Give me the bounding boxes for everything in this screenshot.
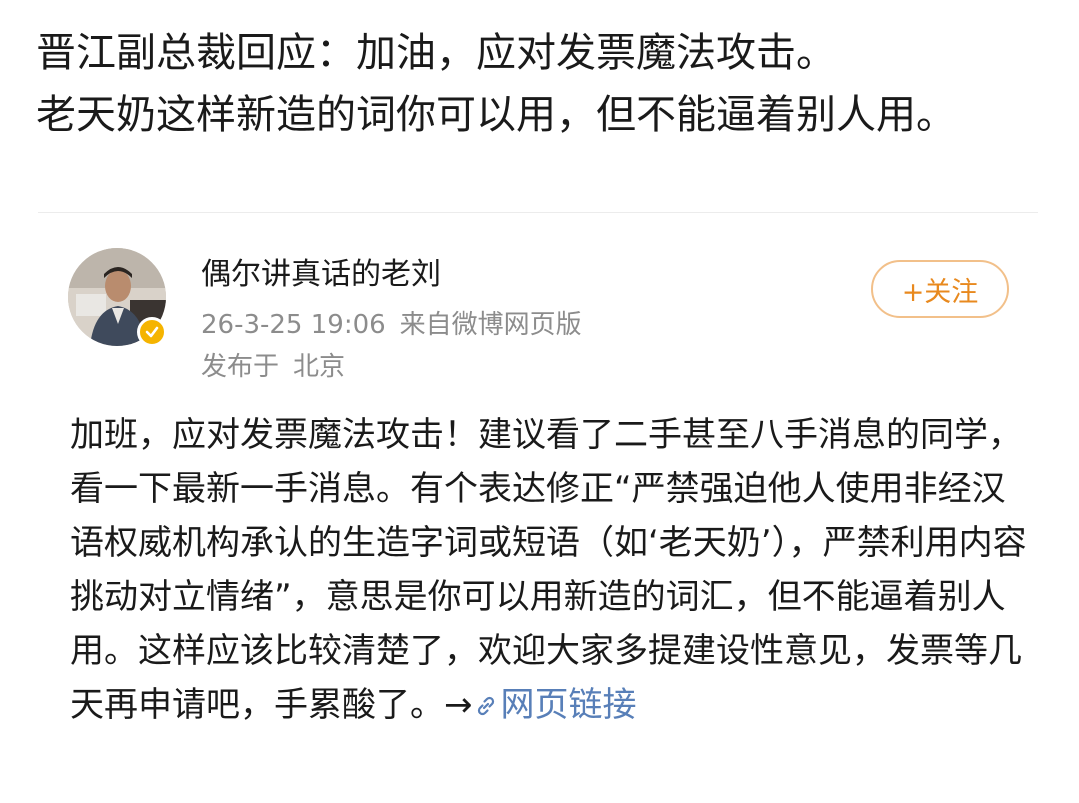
post-time: 26-3-25 19:06: [201, 310, 386, 340]
post-meta: 26-3-25 19:06 来自微博网页版: [201, 306, 582, 344]
web-link-label: 网页链接: [500, 685, 637, 725]
post-text: 加班，应对发票魔法攻击！建议看了二手甚至八手消息的同学，看一下最新一手消息。有个…: [70, 415, 1027, 725]
author-name[interactable]: 偶尔讲真话的老刘: [201, 253, 441, 297]
post-body: 加班，应对发票魔法攻击！建议看了二手甚至八手消息的同学，看一下最新一手消息。有个…: [70, 408, 1030, 735]
web-link[interactable]: 网页链接: [473, 685, 637, 725]
weibo-post-card: 偶尔讲真话的老刘 26-3-25 19:06 来自微博网页版 发布于 北京 +关注 …: [0, 213, 1079, 803]
headline-line-1: 晋江副总裁回应：加油，应对发票魔法攻击。: [36, 30, 836, 76]
headline: 晋江副总裁回应：加油，应对发票魔法攻击。 老天奶这样新造的词你可以用，但不能逼着…: [36, 22, 1036, 146]
post-location: 发布于 北京: [201, 348, 345, 386]
follow-button[interactable]: +关注: [871, 260, 1009, 318]
link-chain-icon: [473, 681, 499, 735]
location-prefix: 发布于: [201, 352, 280, 382]
post-source: 来自微博网页版: [399, 310, 582, 340]
arrow-glyph: →: [444, 685, 473, 725]
location-value: 北京: [293, 352, 346, 382]
verified-badge-icon: [137, 317, 167, 347]
headline-line-2: 老天奶这样新造的词你可以用，但不能逼着别人用。: [36, 92, 956, 138]
